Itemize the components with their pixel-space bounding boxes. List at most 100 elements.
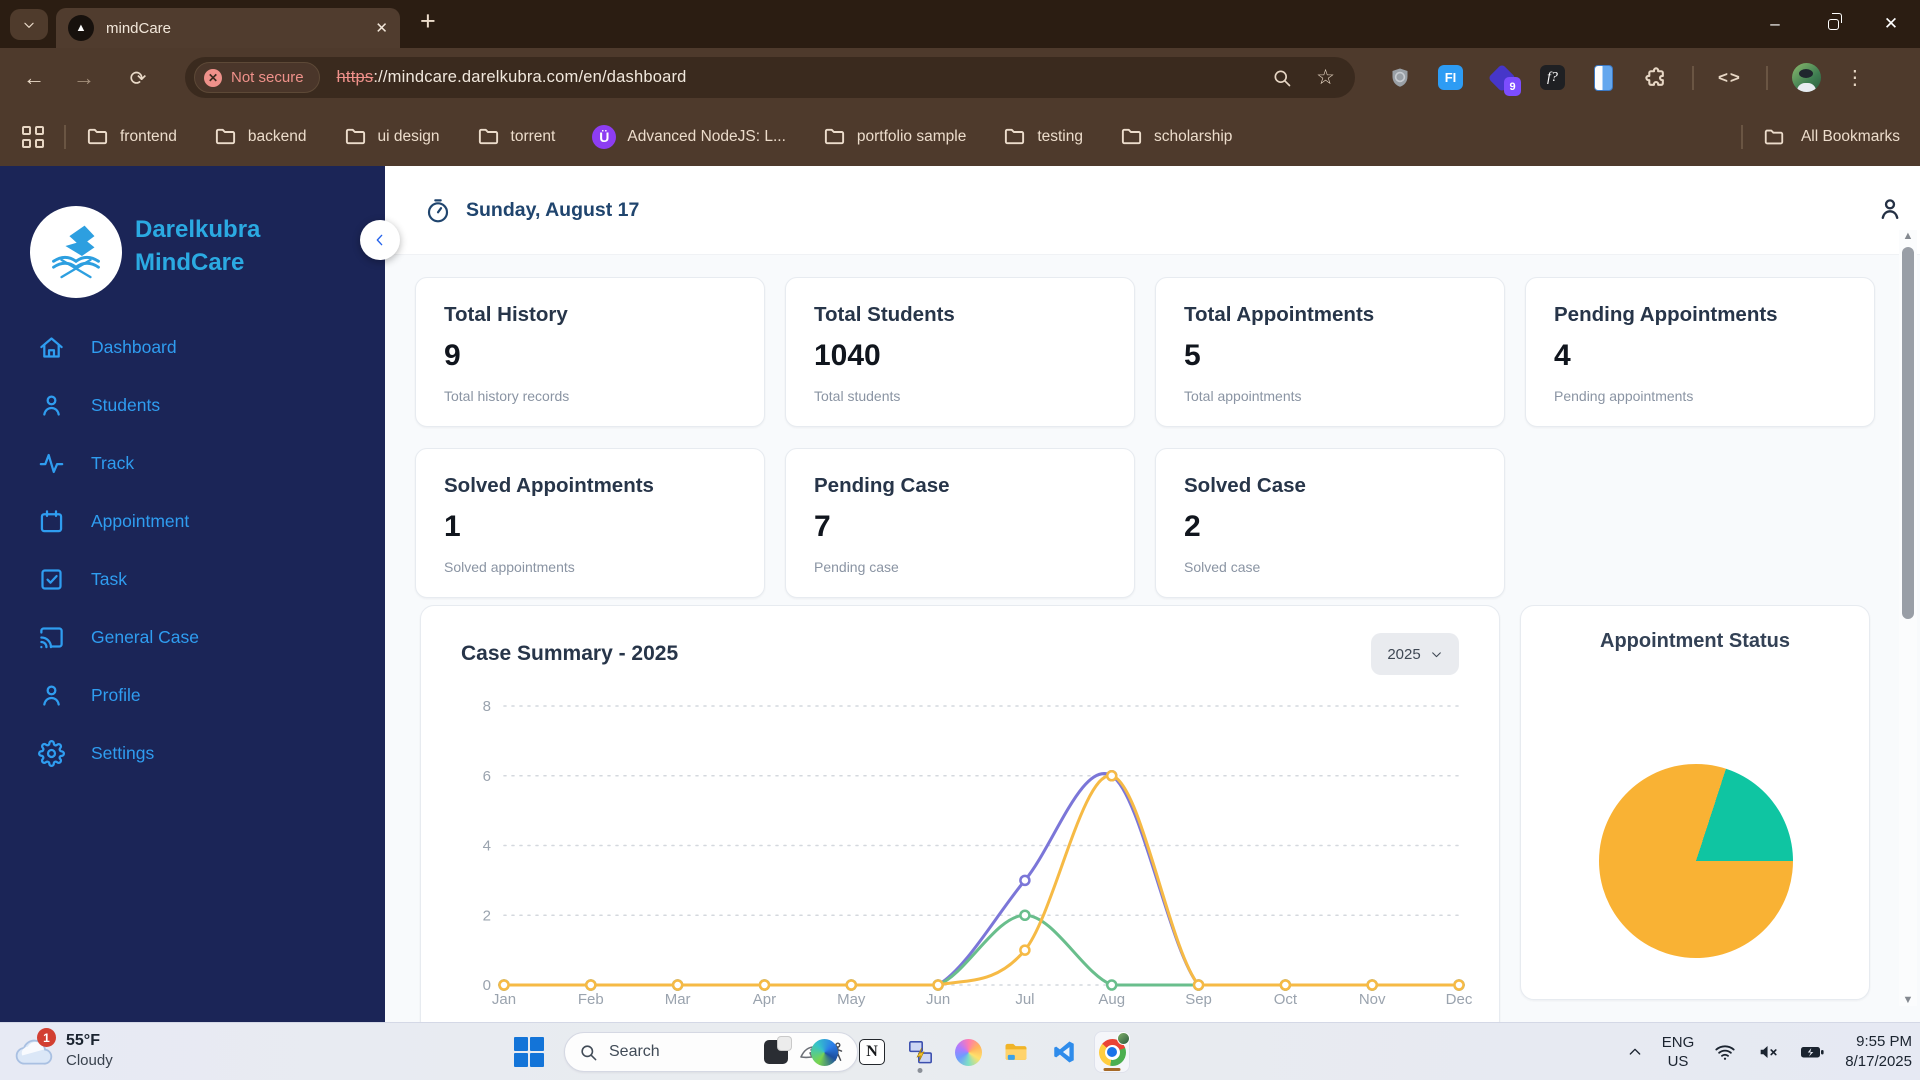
minimize-button[interactable]: – [1746,0,1804,48]
language-indicator[interactable]: ENG US [1662,1033,1695,1071]
bookmark-item[interactable]: torrent [477,125,556,148]
weather-widget[interactable]: 1 55°F Cloudy [12,1028,113,1070]
taskbar-file-explorer-icon[interactable] [998,1031,1034,1073]
address-bar[interactable]: ✕ Not secure https://mindcare.darelkubra… [185,57,1355,98]
svg-text:Sep: Sep [1185,991,1212,1008]
sidebar-item-label: Dashboard [91,336,177,357]
forward-button[interactable]: → [66,62,102,94]
extensions-puzzle-icon[interactable] [1641,64,1668,91]
svg-text:6: 6 [483,768,491,785]
extension-badge: 9 [1504,77,1521,96]
bookmarks-divider [64,124,66,149]
bookmark-item[interactable]: portfolio sample [823,125,966,148]
weather-desc: Cloudy [66,1051,113,1069]
devtools-code-icon[interactable]: <> [1718,68,1742,88]
start-button-icon[interactable] [514,1037,544,1067]
profile-avatar[interactable] [1791,63,1821,92]
svg-text:2: 2 [483,907,491,924]
sidebar-item-label: Settings [91,742,155,763]
volume-muted-icon[interactable] [1756,1041,1780,1063]
taskbar-copilot-icon[interactable] [950,1031,986,1073]
security-chip[interactable]: ✕ Not secure [194,62,320,93]
url-rest: ://mindcare.darelkubra.com/en/dashboard [373,68,687,86]
stat-card-value: 9 [444,339,461,372]
stat-card-title: Pending Case [814,474,950,497]
bookmarks-bar: frontend backend ui design torrent Ü Advanced… [0,107,1920,166]
bookmark-item[interactable]: ui design [344,125,440,148]
maximize-button[interactable] [1804,0,1862,48]
bookmark-item[interactable]: backend [214,125,307,148]
all-bookmarks[interactable]: All Bookmarks [1737,124,1900,149]
weather-alert-badge: 1 [37,1028,56,1047]
close-button[interactable]: ✕ [1862,0,1920,48]
wifi-icon[interactable] [1713,1041,1737,1063]
bookmark-item[interactable]: frontend [86,125,177,148]
bookmark-item[interactable]: scholarship [1120,125,1232,148]
search-icon[interactable] [1272,68,1292,88]
taskbar-remote-desktop-icon[interactable] [902,1031,938,1073]
battery-charging-icon[interactable] [1799,1041,1826,1063]
browser-menu-icon[interactable]: ⋮ [1845,65,1865,90]
stopwatch-icon [427,198,449,222]
brand-name: Darelkubra MindCare [135,216,261,276]
apps-grid-icon[interactable] [22,125,44,148]
folder-icon [214,125,237,148]
extensions-row: FI 9 f? <> ⋮ [1386,48,1865,107]
taskbar-chrome-icon[interactable] [1094,1031,1130,1073]
taskbar-vscode-icon[interactable] [1046,1031,1082,1073]
system-tray: ENG US 9:55 PM 8/17/2025 [1627,1023,1912,1080]
tab-favicon-icon: ▲ [68,15,94,41]
taskbar-widgets-icon[interactable] [758,1031,794,1073]
folder-icon [1764,129,1784,144]
scroll-up-icon[interactable]: ▲ [1903,230,1914,242]
f-question-extension-icon[interactable]: f? [1539,64,1566,91]
new-tab-button[interactable]: + [420,6,436,37]
sidebar-item-task[interactable]: Task [0,550,385,608]
stat-cards-row2: Solved Appointments 1 Solved appointments P… [415,448,1505,598]
stat-card-value: 1040 [814,339,881,372]
url-text[interactable]: https://mindcare.darelkubra.com/en/dashb… [337,68,687,87]
sidebar-item-track[interactable]: Track [0,434,385,492]
page-scrollbar[interactable]: ▲ ▼ [1899,230,1917,1006]
sidebar-item-appointment[interactable]: Appointment [0,492,385,550]
purple-9-extension-icon[interactable]: 9 [1487,63,1521,96]
sidebar-item-dashboard[interactable]: Dashboard [0,318,385,376]
scroll-down-icon[interactable]: ▼ [1903,994,1914,1006]
stat-card: Solved Case 2 Solved case [1155,448,1505,598]
fi-extension-icon[interactable]: FI [1437,64,1464,91]
stat-card-title: Total History [444,303,568,326]
browser-tab[interactable]: ▲ mindCare ✕ [56,8,400,48]
sidebar-item-students[interactable]: Students [0,376,385,434]
sidebar-item-settings[interactable]: Settings [0,724,385,782]
bookmark-item[interactable]: Ü Advanced NodeJS: L... [592,124,786,149]
stat-card-title: Total Appointments [1184,303,1375,326]
reload-button[interactable]: ⟳ [120,62,156,94]
clipboard-extension-icon[interactable] [1590,64,1617,91]
bookmark-star-icon[interactable]: ☆ [1316,65,1335,90]
security-label: Not secure [231,69,304,86]
tab-close-icon[interactable]: ✕ [375,19,388,37]
taskbar-notion-icon[interactable]: N [854,1031,890,1073]
svg-text:Nov: Nov [1359,991,1386,1008]
user-profile-icon[interactable] [1876,195,1904,223]
bookmark-label: ui design [377,127,440,145]
browser-titlebar: ▲ mindCare ✕ + – ✕ [0,0,1920,48]
bookmark-label: torrent [510,127,556,145]
stat-card: Pending Appointments 4 Pending appointment… [1525,277,1875,427]
scrollbar-thumb[interactable] [1902,247,1914,619]
sidebar-item-general-case[interactable]: General Case [0,608,385,666]
back-button[interactable]: ← [16,62,52,94]
sidebar-collapse-button[interactable] [360,220,400,260]
sidebar: Darelkubra MindCare Dashboard Students Tra… [0,166,400,1022]
tab-search-button[interactable] [10,9,48,40]
date-display: Sunday, August 17 [425,166,639,255]
clock[interactable]: 9:55 PM 8/17/2025 [1845,1032,1912,1072]
hidden-icons-chevron-icon[interactable] [1627,1044,1643,1060]
shield-extension-icon[interactable] [1386,64,1413,91]
home-icon [38,334,65,361]
sidebar-item-profile[interactable]: Profile [0,666,385,724]
svg-text:Dec: Dec [1446,991,1473,1008]
bookmark-item[interactable]: testing [1003,125,1083,148]
taskbar-edge-icon[interactable] [806,1031,842,1073]
stat-card-subtitle: Total appointments [1184,388,1302,404]
